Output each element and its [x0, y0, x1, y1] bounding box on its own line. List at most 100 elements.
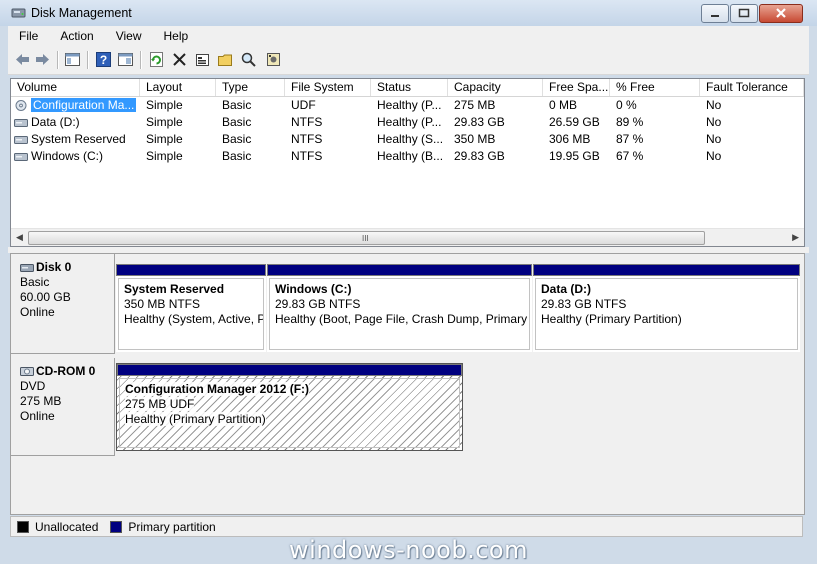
maximize-button[interactable]	[730, 4, 758, 23]
type-value: Basic	[222, 149, 252, 163]
drive-icon	[14, 136, 28, 144]
table-row[interactable]: Windows (C:) Simple Basic NTFS Healthy (…	[11, 148, 804, 165]
partition-system-reserved[interactable]: System Reserved 350 MB NTFS Healthy (Sys…	[116, 264, 266, 352]
fault-tolerance-value: No	[706, 115, 722, 129]
volume-name: Configuration Ma...	[31, 98, 137, 112]
toolbar-separator	[57, 51, 59, 69]
partition-size: 275 MB UDF	[125, 397, 195, 411]
properties-icon[interactable]	[194, 51, 211, 68]
menu-action[interactable]: Action	[49, 29, 104, 43]
disk-management-window: Disk Management File Action View Help ?	[0, 0, 817, 564]
percent-free-value: 89 %	[616, 115, 644, 129]
status-value: Healthy (P...	[377, 115, 442, 129]
disk-label[interactable]: CD-ROM 0 DVD 275 MB Online	[11, 358, 115, 456]
properties-pane-icon[interactable]	[117, 51, 134, 68]
scrollbar-grip: III	[362, 234, 369, 243]
volume-list-header: Volume Layout Type File System Status Ca…	[11, 79, 804, 97]
partition-status: Healthy (System, Active, Primary Partiti…	[124, 312, 263, 326]
minimize-button[interactable]	[701, 4, 729, 23]
capacity-value: 350 MB	[454, 132, 496, 146]
percent-free-value: 0 %	[616, 98, 637, 112]
column-volume[interactable]: Volume	[11, 79, 140, 96]
partition-size: 350 MB NTFS	[124, 297, 201, 311]
disk-icon	[20, 264, 34, 272]
search-icon[interactable]	[240, 51, 257, 68]
volume-name: Windows (C:)	[31, 149, 104, 163]
partition-name: Configuration Manager 2012 (F:)	[125, 382, 310, 396]
percent-free-value: 67 %	[616, 149, 644, 163]
open-icon[interactable]	[217, 51, 234, 68]
console-tree-icon[interactable]	[64, 51, 81, 68]
disk-graph-view: Disk 0 Basic 60.00 GB Online System Rese…	[10, 253, 805, 515]
disk-name: Disk 0	[36, 260, 72, 274]
fault-tolerance-value: No	[706, 132, 722, 146]
menu-view[interactable]: View	[105, 29, 153, 43]
title-bar: Disk Management	[0, 0, 817, 26]
layout-value: Simple	[146, 132, 183, 146]
primary-partition-band	[117, 364, 462, 376]
svg-text:?: ?	[100, 53, 107, 67]
scroll-right-icon[interactable]: ▶	[792, 232, 799, 243]
partition-status: Healthy (Boot, Page File, Crash Dump, Pr…	[275, 312, 529, 326]
horizontal-scrollbar[interactable]: ◀ III ▶	[11, 228, 804, 246]
file-system-value: UDF	[291, 98, 316, 112]
disk-management-icon	[11, 8, 26, 18]
back-arrow-icon[interactable]	[14, 51, 31, 68]
status-value: Healthy (P...	[377, 98, 442, 112]
table-row[interactable]: Configuration Ma... Simple Basic UDF Hea…	[11, 97, 804, 114]
partition-windows-c[interactable]: Windows (C:) 29.83 GB NTFS Healthy (Boot…	[267, 264, 532, 352]
disk-status: Online	[20, 409, 55, 423]
free-space-value: 0 MB	[549, 98, 578, 112]
primary-partition-swatch	[110, 520, 123, 533]
partition-size: 29.83 GB NTFS	[275, 297, 361, 311]
primary-partition-band	[533, 264, 800, 276]
column-percent-free[interactable]: % Free	[610, 79, 700, 96]
table-row[interactable]: Data (D:) Simple Basic NTFS Healthy (P..…	[11, 114, 804, 131]
column-free-space[interactable]: Free Spa...	[543, 79, 610, 96]
watermark: windows-noob.com	[289, 536, 528, 564]
column-layout[interactable]: Layout	[140, 79, 216, 96]
disk-status: Online	[20, 305, 55, 319]
column-file-system[interactable]: File System	[285, 79, 371, 96]
drive-icon	[14, 153, 28, 161]
partition-status: Healthy (Primary Partition)	[541, 312, 682, 326]
close-button[interactable]	[759, 4, 803, 23]
scrollbar-thumb[interactable]: III	[28, 231, 705, 245]
column-fault-tolerance[interactable]: Fault Tolerance	[700, 79, 804, 96]
refresh-icon[interactable]	[148, 51, 165, 68]
menu-help[interactable]: Help	[153, 29, 200, 43]
partition-size: 29.83 GB NTFS	[541, 297, 627, 311]
rescan-icon[interactable]	[265, 51, 282, 68]
drive-icon	[14, 119, 28, 127]
free-space-value: 26.59 GB	[549, 115, 600, 129]
disk-label[interactable]: Disk 0 Basic 60.00 GB Online	[11, 254, 115, 354]
scroll-left-icon[interactable]: ◀	[16, 232, 23, 243]
status-value: Healthy (S...	[377, 132, 444, 146]
partition-configuration-manager-f[interactable]: Configuration Manager 2012 (F:) 275 MB U…	[116, 363, 463, 451]
layout-value: Simple	[146, 115, 183, 129]
layout-value: Simple	[146, 98, 183, 112]
disk-type: Basic	[20, 275, 50, 289]
forward-arrow-icon[interactable]	[34, 51, 51, 68]
column-status[interactable]: Status	[371, 79, 448, 96]
partition-data-d[interactable]: Data (D:) 29.83 GB NTFS Healthy (Primary…	[533, 264, 800, 352]
help-icon[interactable]: ?	[95, 51, 112, 68]
disk-name: CD-ROM 0	[36, 364, 96, 378]
menu-file[interactable]: File	[8, 29, 49, 43]
partition-name: Windows (C:)	[275, 282, 352, 296]
primary-partition-band	[267, 264, 532, 276]
volume-list: Volume Layout Type File System Status Ca…	[10, 78, 805, 247]
layout-value: Simple	[146, 149, 183, 163]
disk-size: 275 MB	[20, 394, 62, 408]
toolbar: ?	[8, 46, 809, 75]
delete-icon[interactable]	[171, 51, 188, 68]
column-type[interactable]: Type	[216, 79, 285, 96]
window-title: Disk Management	[31, 6, 132, 20]
file-system-value: NTFS	[291, 149, 323, 163]
column-capacity[interactable]: Capacity	[448, 79, 543, 96]
capacity-value: 29.83 GB	[454, 115, 505, 129]
type-value: Basic	[222, 98, 252, 112]
table-row[interactable]: System Reserved Simple Basic NTFS Health…	[11, 131, 804, 148]
status-value: Healthy (B...	[377, 149, 444, 163]
disk-size: 60.00 GB	[20, 290, 71, 304]
